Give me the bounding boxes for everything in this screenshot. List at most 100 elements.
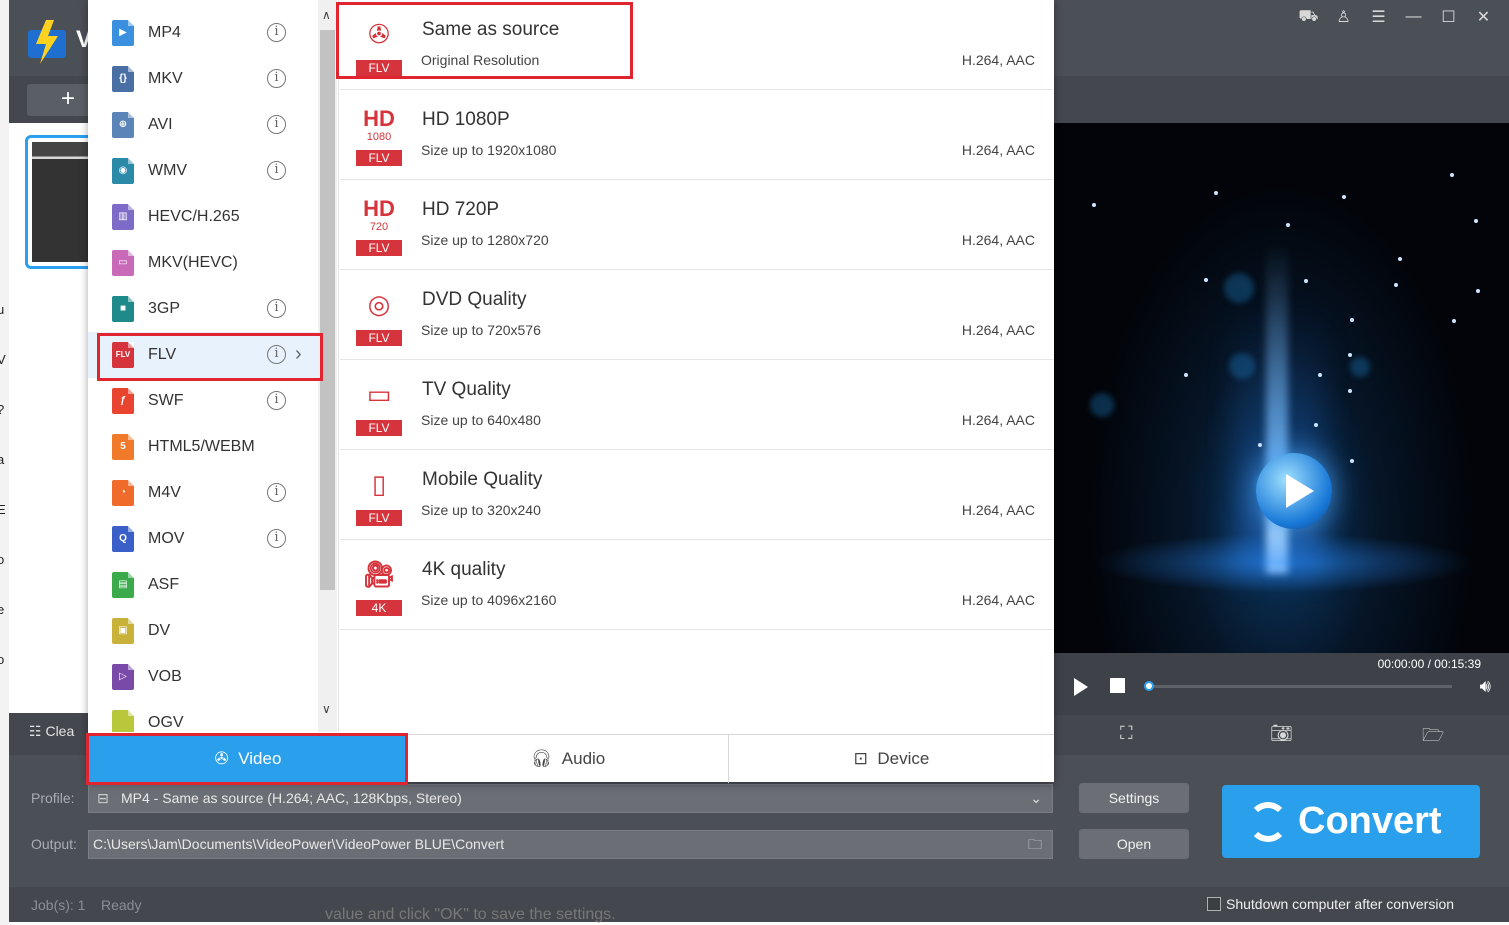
background-text: value and click "OK" to save the setting… [325,906,616,923]
add-file-button[interactable]: + [27,84,93,116]
profile-icon: ⊟ [97,790,109,806]
quality-option[interactable]: 🎥︎ 4K 4K quality Size up to 4096x2160 H.264,… [340,540,1053,630]
tab-device-label: Device [877,749,930,768]
format-badge: FLV [356,510,402,526]
format-item-ogv[interactable]: OGV [88,700,318,732]
scroll-down-icon[interactable]: ∨ [322,702,331,716]
shutdown-checkbox[interactable]: Shutdown computer after conversion [1207,896,1454,912]
convert-button[interactable]: Convert [1222,785,1480,858]
menu-list-icon[interactable]: ☰ [1361,6,1396,28]
app-logo-icon [28,20,66,64]
background-text-fragment: a [0,452,5,467]
quality-option[interactable]: ▯ FLV Mobile Quality Size up to 320x240 H.26… [340,450,1053,540]
convert-label: Convert [1298,800,1442,842]
quality-resolution: Size up to 720x576 [421,322,541,338]
checkbox-icon[interactable] [1207,897,1221,911]
profile-select[interactable]: ⊟ MP4 - Same as source (H.264; AAC, 128K… [88,784,1053,813]
info-icon[interactable]: i [267,115,286,134]
format-file-icon: Q [112,526,134,552]
tab-device[interactable]: ⊡ Device [729,735,1054,783]
play-icon[interactable] [1074,678,1088,696]
video-preview [1054,123,1509,653]
format-label: MP4 [148,24,181,41]
crop-fullscreen-icon[interactable]: ⛶ [1120,723,1133,744]
snapshot-camera-icon[interactable]: 📷︎ [1270,723,1293,744]
format-item-hevc-h-265[interactable]: ▥ HEVC/H.265 [88,194,318,240]
highlight-video-tab [86,733,408,785]
format-label: AVI [148,116,173,133]
format-badge: FLV [356,240,402,256]
format-label: WMV [148,162,188,179]
format-file-icon: ▷ [112,664,134,690]
cart-icon[interactable]: ⛟ [1291,6,1326,28]
format-file-icon: ▥ [112,204,134,230]
background-text-fragment: E [0,502,6,517]
scroll-up-icon[interactable]: ∧ [322,8,331,22]
format-label: MKV(HEVC) [148,254,238,271]
quality-codec: H.264, AAC [961,142,1035,158]
format-item-mkv-hevc-[interactable]: ▭ MKV(HEVC) [88,240,318,286]
quality-option[interactable]: HD 720 FLV HD 720P Size up to 1280x720 H.264,… [340,180,1053,270]
quality-codec: H.264, AAC [961,322,1035,338]
settings-button[interactable]: Settings [1079,783,1189,813]
format-item-html5-webm[interactable]: 5 HTML5/WEBM [88,424,318,470]
mobile-icon: ▯ FLV [356,466,402,526]
chevron-down-icon[interactable]: ⌄ [1030,785,1042,812]
user-icon[interactable]: ♙ [1326,6,1361,28]
stop-icon[interactable] [1110,678,1125,693]
profile-value: MP4 - Same as source (H.264; AAC, 128Kbp… [121,790,462,806]
format-item-asf[interactable]: ▤ ASF [88,562,318,608]
volume-icon[interactable]: 🔊︎ [1480,676,1491,697]
tab-audio[interactable]: 🎧︎ Audio [408,735,728,783]
info-icon[interactable]: i [267,391,286,410]
quality-resolution: Size up to 640x480 [421,412,541,428]
format-item-avi[interactable]: ⊕ AVI i [88,102,318,148]
quality-title: HD 720P [422,199,500,220]
hd-1080-icon: HD 1080 FLV [356,106,402,166]
video-thumbnail[interactable] [25,135,95,269]
highlight-flv [97,333,323,381]
tv-icon: ▭ FLV [356,376,402,436]
format-item-mkv[interactable]: {} MKV i [88,56,318,102]
highlight-same-as-source [336,2,633,79]
format-item-vob[interactable]: ▷ VOB [88,654,318,700]
info-icon[interactable]: i [267,69,286,88]
format-file-icon: ◔ [112,480,134,506]
quality-title: Mobile Quality [422,469,543,490]
open-folder-icon[interactable]: 🗁 [1422,723,1444,753]
format-item-dv[interactable]: ▣ DV [88,608,318,654]
headphones-icon: 🎧︎ [530,749,553,768]
open-button[interactable]: Open [1079,829,1189,859]
format-item-3gp[interactable]: ■ 3GP i [88,286,318,332]
close-icon[interactable]: ✕ [1466,6,1501,28]
browse-folder-icon[interactable]: 🗀 [1028,831,1042,858]
maximize-icon[interactable]: ☐ [1431,6,1466,28]
info-icon[interactable]: i [267,529,286,548]
background-text-fragment: V [0,352,6,367]
divider [338,0,339,732]
quality-option[interactable]: ◎ FLV DVD Quality Size up to 720x576 H.264, … [340,270,1053,360]
output-path-field[interactable]: C:\Users\Jam\Documents\VideoPower\VideoP… [88,830,1053,859]
minimize-icon[interactable]: — [1396,6,1431,28]
camera-icon: 🎥︎ 4K [356,556,402,616]
format-file-icon: ƒ [112,388,134,414]
info-icon[interactable]: i [267,161,286,180]
device-icon: ⊡ [853,749,868,768]
preview-play-icon[interactable] [1256,453,1332,529]
format-item-m4v[interactable]: ◔ M4V i [88,470,318,516]
seek-knob[interactable] [1144,681,1154,691]
quality-option[interactable]: HD 1080 FLV HD 1080P Size up to 1920x1080 H.2… [340,90,1053,180]
info-icon[interactable]: i [267,299,286,318]
seek-bar[interactable] [1146,685,1452,688]
quality-option[interactable]: ▭ FLV TV Quality Size up to 640x480 H.264, A… [340,360,1053,450]
format-item-mp4[interactable]: ▶ MP4 i [88,10,318,56]
format-item-swf[interactable]: ƒ SWF i [88,378,318,424]
background-text-fragment: o [0,552,5,567]
clean-button[interactable]: ☷ Clea [9,713,89,755]
info-icon[interactable]: i [267,483,286,502]
scroll-thumb[interactable] [320,30,335,590]
background-text-fragment: u [0,302,5,317]
format-item-mov[interactable]: Q MOV i [88,516,318,562]
info-icon[interactable]: i [267,23,286,42]
format-item-wmv[interactable]: ◉ WMV i [88,148,318,194]
